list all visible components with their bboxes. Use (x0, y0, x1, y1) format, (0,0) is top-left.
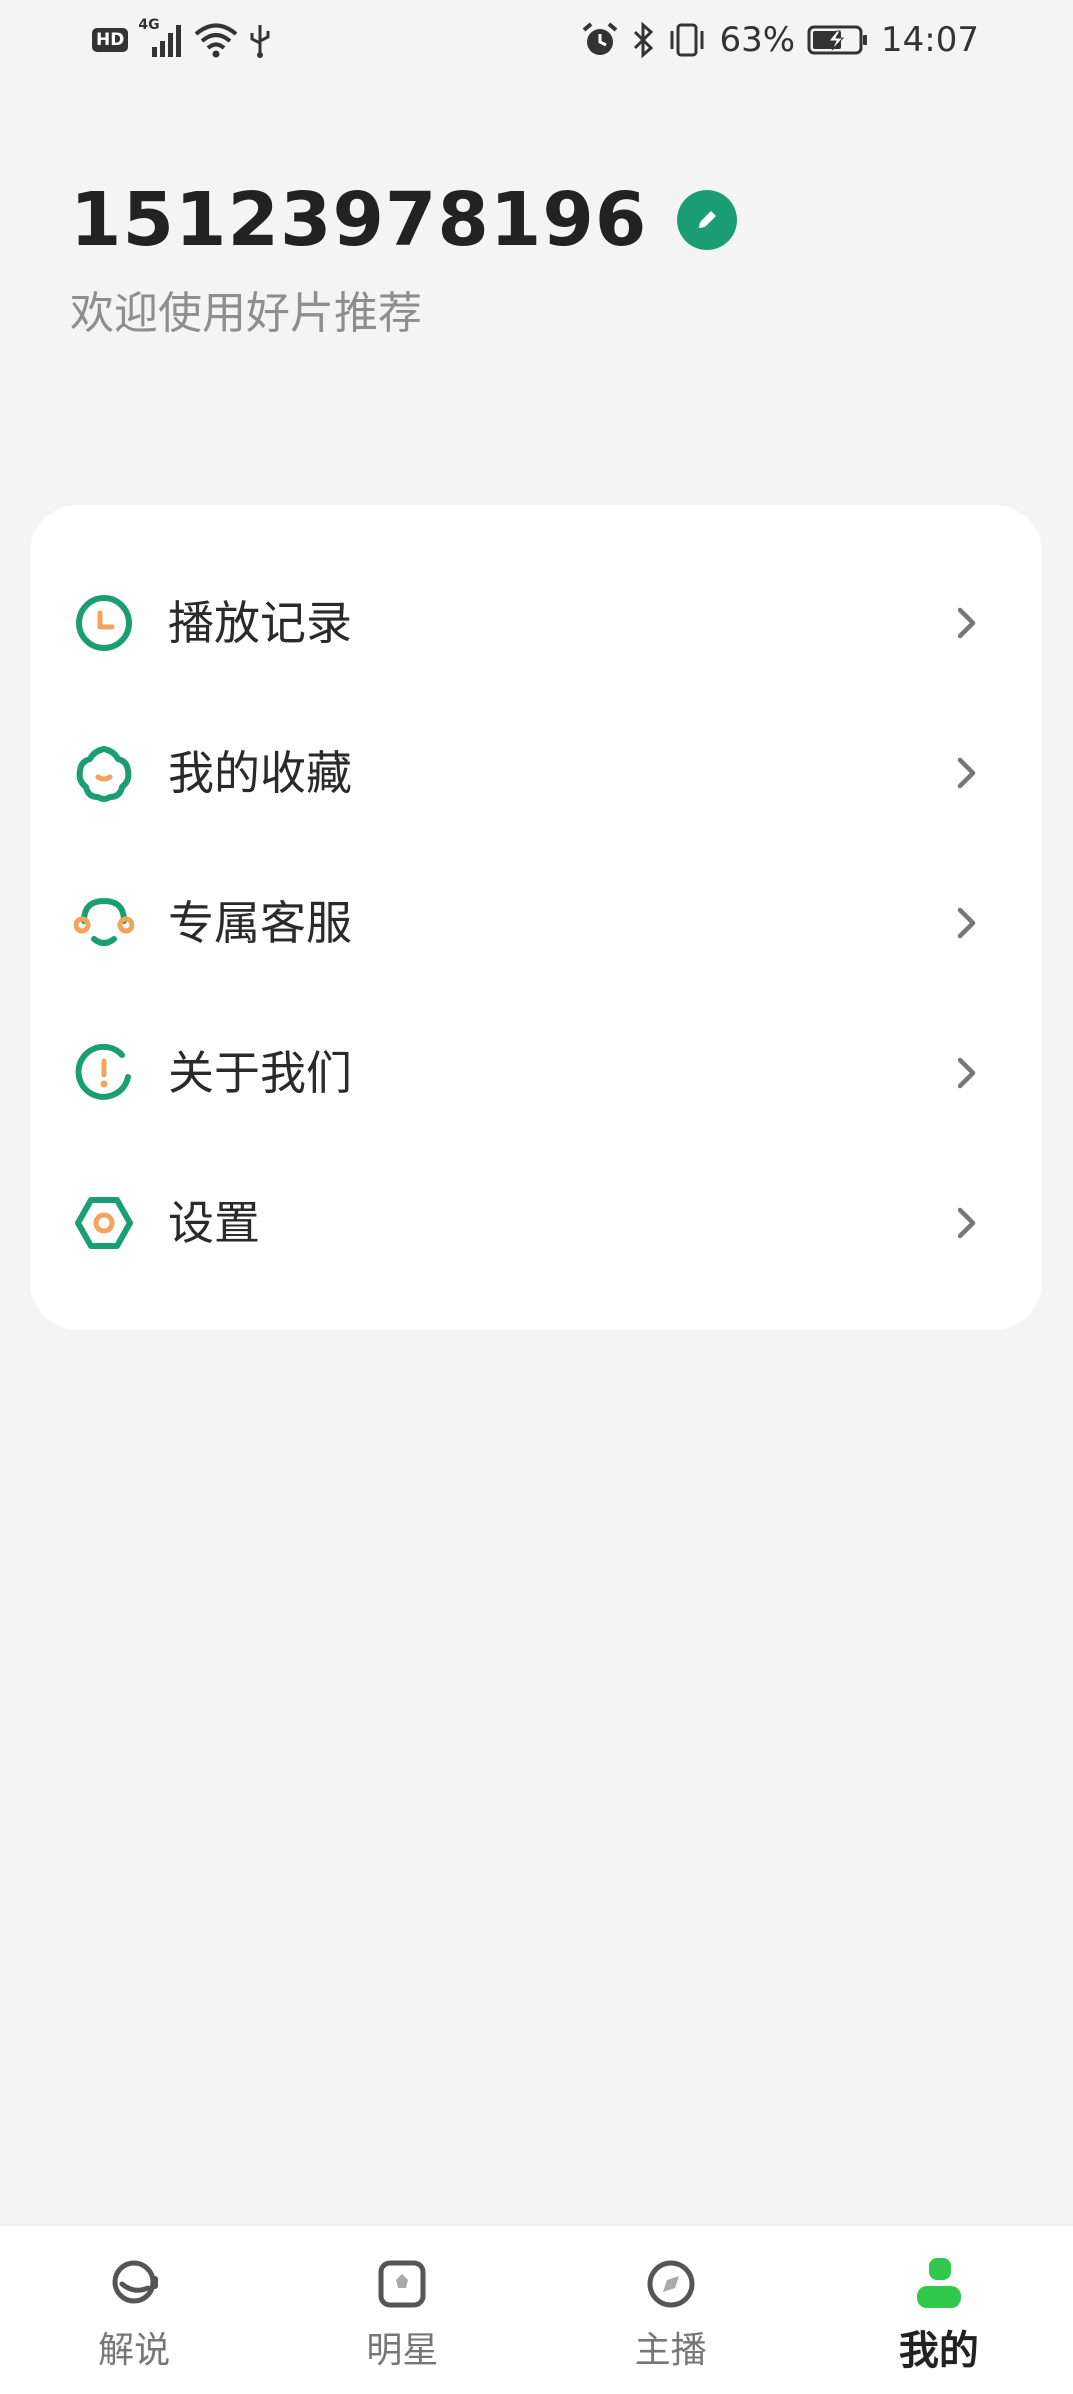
menu-item-customer-service[interactable]: 专属客服 (30, 848, 1042, 998)
menu-item-settings[interactable]: 设置 (30, 1148, 1042, 1298)
phone-row: 15123978196 (70, 170, 738, 270)
status-right: 63% 14:07 (581, 18, 979, 62)
nav-tab-commentary[interactable]: 解说 (0, 2226, 268, 2394)
menu-label: 关于我们 (168, 1046, 352, 1100)
menu-item-about-us[interactable]: 关于我们 (30, 998, 1042, 1148)
nav-tab-stars[interactable]: 明星 (268, 2226, 536, 2394)
hd-badge: HD (92, 28, 129, 52)
menu-item-favorites[interactable]: 我的收藏 (30, 698, 1042, 848)
nav-label: 解说 (98, 2330, 171, 2371)
bluetooth-icon (634, 21, 654, 59)
nav-tab-anchors[interactable]: 主播 (537, 2226, 805, 2394)
chevron-right-icon (957, 757, 976, 789)
menu-label: 设置 (168, 1196, 260, 1250)
battery-charging-icon (807, 25, 868, 55)
usb-icon (250, 25, 270, 58)
menu-item-play-history[interactable]: 播放记录 (30, 548, 1042, 698)
vibrate-icon (670, 23, 704, 57)
user-icon (916, 2258, 961, 2308)
network-type-label: 4G (138, 17, 160, 33)
user-phone-number: 15123978196 (70, 177, 648, 263)
flower-icon (76, 746, 132, 802)
cellular-signal-icon: 4G (138, 17, 184, 59)
alarm-icon (583, 22, 618, 55)
nav-label: 我的 (898, 2328, 979, 2374)
chevron-right-icon (957, 1057, 976, 1089)
nav-label: 主播 (634, 2330, 707, 2371)
profile-header: 15123978196 欢迎使用好片推荐 (70, 170, 738, 344)
headset-icon (74, 897, 134, 946)
welcome-subtitle: 欢迎使用好片推荐 (70, 288, 422, 339)
status-left: HD 4G (92, 17, 272, 62)
chevron-right-icon (957, 907, 976, 939)
menu-label: 我的收藏 (168, 746, 352, 800)
nav-tab-mine[interactable]: 我的 (805, 2226, 1073, 2394)
commentary-icon (112, 2260, 159, 2304)
pencil-icon (699, 211, 717, 228)
menu-label: 专属客服 (168, 896, 352, 950)
menu-card: 播放记录 我的收藏 专属客服 关于我们 设置 (30, 505, 1042, 1330)
info-icon (75, 1043, 131, 1100)
battery-percent: 63% (719, 20, 796, 60)
compass-icon (647, 2260, 695, 2308)
edit-profile-button[interactable] (677, 190, 738, 250)
menu-label: 播放记录 (168, 596, 352, 650)
star-card-icon (378, 2260, 426, 2308)
clock-icon (76, 595, 132, 651)
wifi-icon (195, 23, 238, 58)
chevron-right-icon (957, 607, 976, 639)
clock-time: 14:07 (881, 20, 979, 60)
menu-list: 播放记录 我的收藏 专属客服 关于我们 设置 (30, 548, 1042, 1298)
chevron-right-icon (957, 1207, 976, 1239)
settings-hexagon-icon (75, 1197, 133, 1249)
nav-label: 明星 (366, 2330, 439, 2371)
bottom-navigation: 解说 明星 主播 我的 (0, 2225, 1073, 2394)
status-bar: HD 4G 63% 14:07 (0, 0, 1073, 80)
